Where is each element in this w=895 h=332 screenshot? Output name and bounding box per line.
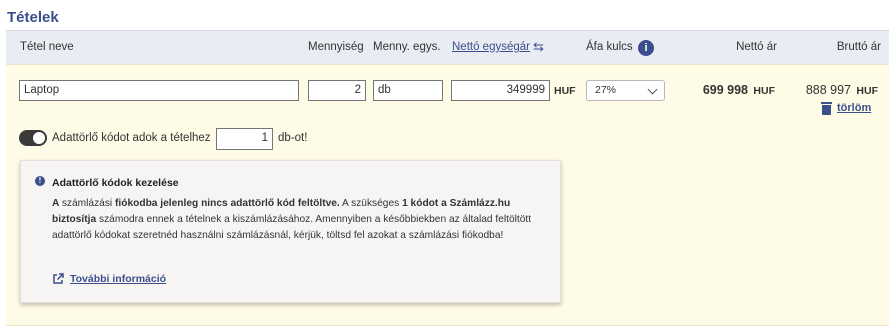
items-table-header: Tétel neve Mennyiség Menny. egys. Nettó … [6,30,889,64]
net-total-value: 699 998 [702,83,748,97]
column-header-net-price: Nettó ár [736,41,777,53]
deletion-code-count-input[interactable]: 1 [216,128,273,150]
quantity-input[interactable]: 2 [308,80,366,101]
delete-item-link[interactable]: törlöm [837,102,871,114]
column-header-unit: Menny. egys. [373,41,441,53]
unit-input[interactable]: db [373,80,443,101]
trash-icon[interactable] [821,102,832,115]
info-icon[interactable]: i [638,40,654,56]
more-info-link[interactable]: További információ [70,273,166,285]
gross-total-value: 888 997 [805,83,851,97]
column-header-vat: Áfa kulcs [586,41,633,53]
section-title: Tételek [7,9,59,26]
info-box-title: Adattörlő kódok kezelése [52,177,179,189]
external-link-icon[interactable] [52,273,64,285]
gross-total-currency: HUF [856,85,878,97]
chevron-down-icon [647,84,658,95]
vat-rate-select[interactable]: 27% [586,80,665,101]
net-total-currency: HUF [753,85,775,97]
net-unit-price-input[interactable]: 349999 [451,80,550,101]
data-deletion-label: Adattörlő kódot adok a tételhez [52,132,211,144]
item-row: Laptop 2 db 349999 HUF 27% 699 998 HUF 8… [6,64,889,326]
toggle-knob [33,132,45,144]
column-header-quantity: Mennyiség [308,41,364,53]
unit-price-currency: HUF [554,85,576,97]
column-header-gross-price: Bruttó ár [836,41,881,53]
alert-icon: ! [35,176,45,186]
deletion-code-count-suffix: db-ot! [278,132,308,144]
info-box-text: A számlázási fiókodba jelenleg nincs ada… [52,198,532,242]
vat-rate-value: 27% [595,84,617,96]
data-deletion-info-box: ! Adattörlő kódok kezelése A számlázási … [20,160,561,303]
item-name-input[interactable]: Laptop [19,80,299,101]
swap-arrows-icon[interactable]: ⇆ [533,39,544,55]
net-unit-price-toggle-link[interactable]: Nettó egységár [452,41,530,53]
column-header-name: Tétel neve [20,41,74,53]
data-deletion-toggle[interactable] [19,130,47,146]
